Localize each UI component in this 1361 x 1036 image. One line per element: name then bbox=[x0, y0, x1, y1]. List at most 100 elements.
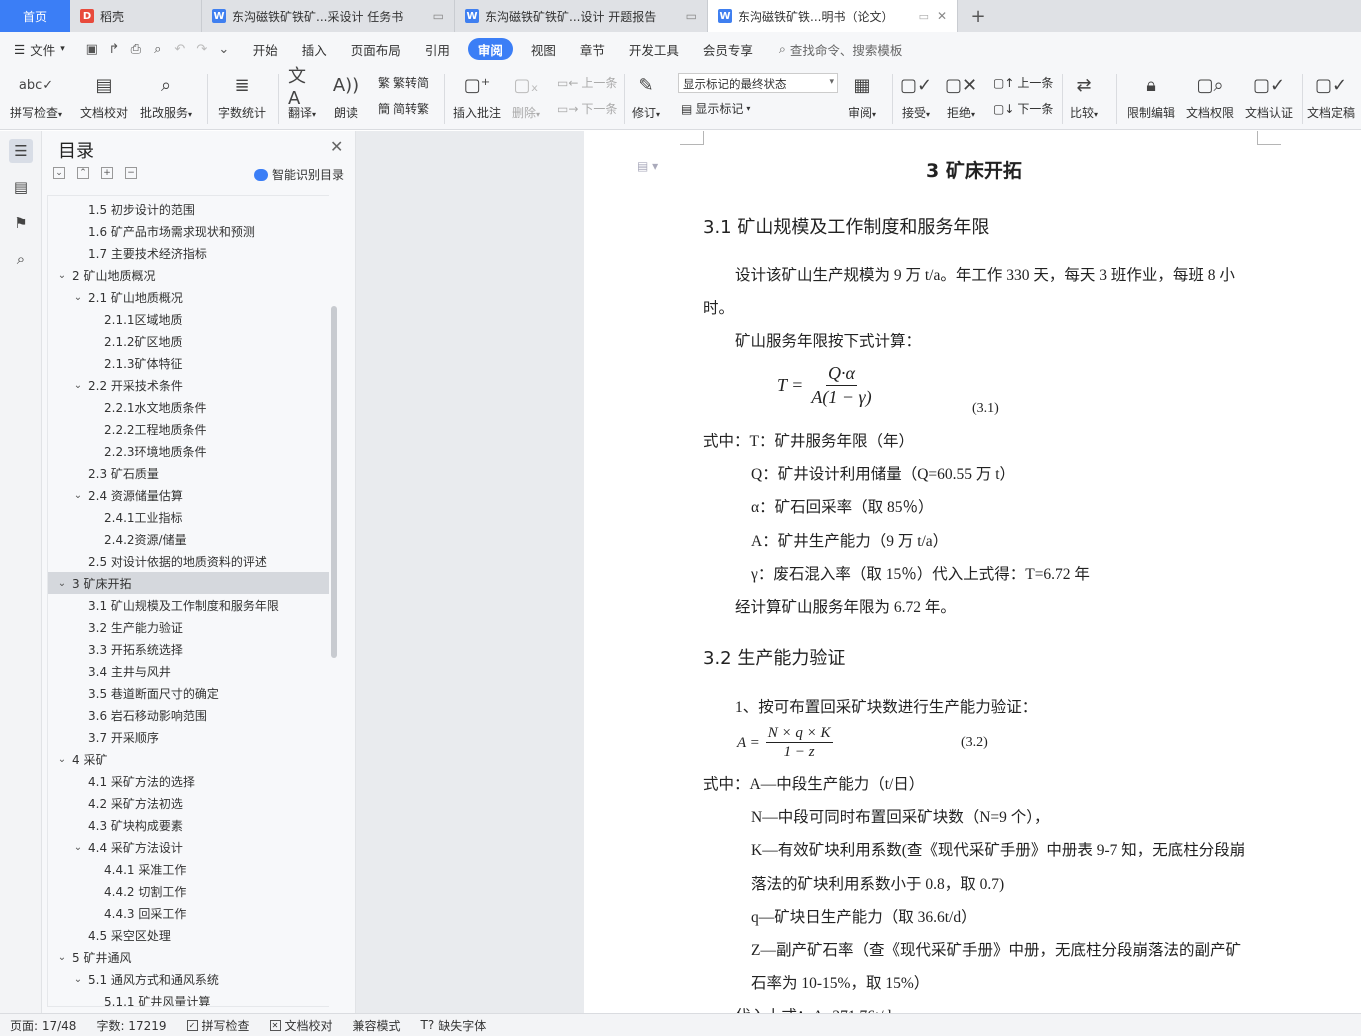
toc-item[interactable]: 4.2 采矿方法初选 bbox=[48, 792, 329, 814]
chevron-down-icon[interactable]: ⌄ bbox=[72, 974, 84, 985]
toc-item[interactable]: 3.6 岩石移动影响范围 bbox=[48, 704, 329, 726]
toc-item[interactable]: 2.2.3环境地质条件 bbox=[48, 440, 329, 462]
toc-item[interactable]: 2.3 矿石质量 bbox=[48, 462, 329, 484]
chevron-down-icon[interactable]: ⌄ bbox=[56, 754, 68, 765]
tab-start[interactable]: 开始 bbox=[241, 32, 290, 66]
toc-item[interactable]: ⌄ 2.1 矿山地质概况 bbox=[48, 286, 329, 308]
translate-button[interactable]: 文A 翻译▾ bbox=[288, 66, 316, 121]
chevron-down-icon[interactable]: ⌄ bbox=[56, 578, 68, 589]
word-count-button[interactable]: ≣ 字数统计 bbox=[218, 70, 266, 121]
chapter-nav-icon[interactable]: ▤ bbox=[9, 175, 33, 199]
toc-icon[interactable]: ☰ bbox=[9, 139, 33, 163]
read-aloud-button[interactable]: A)) 朗读 bbox=[332, 70, 360, 121]
remove-level-icon[interactable]: − bbox=[125, 167, 137, 179]
toc-item[interactable]: 3.5 巷道断面尺寸的确定 bbox=[48, 682, 329, 704]
chevron-down-icon[interactable]: ⌄ bbox=[72, 380, 84, 391]
tab-view[interactable]: 视图 bbox=[519, 32, 568, 66]
toc-item[interactable]: 3.7 开采顺序 bbox=[48, 726, 329, 748]
toc-item[interactable]: ⌄ 4.4 采矿方法设计 bbox=[48, 836, 329, 858]
toc-item[interactable]: ⌄ 5.1 通风方式和通风系统 bbox=[48, 968, 329, 990]
toc-item[interactable]: 2.5 对设计依据的地质资料的评述 bbox=[48, 550, 329, 572]
doc-permission-button[interactable]: ▢⌕ 文档权限 bbox=[1186, 70, 1234, 121]
file-menu[interactable]: ☰ 文件 ▾ bbox=[6, 36, 73, 62]
chevron-down-icon[interactable]: ⌄ bbox=[72, 490, 84, 501]
toc-item[interactable]: 3.4 主井与风井 bbox=[48, 660, 329, 682]
prev-comment-button[interactable]: ▭← 上一条 bbox=[557, 74, 617, 91]
doc-cert-button[interactable]: ▢✓ 文档认证 bbox=[1245, 70, 1293, 121]
chevron-down-icon[interactable]: ⌄ bbox=[72, 842, 84, 853]
toc-item[interactable]: 4.4.2 切割工作 bbox=[48, 880, 329, 902]
redo-icon[interactable]: ↷ bbox=[191, 38, 213, 60]
toc-item[interactable]: 4.5 采空区处理 bbox=[48, 924, 329, 946]
save-icon[interactable]: ▣ bbox=[81, 38, 103, 60]
toc-item[interactable]: 2.1.2矿区地质 bbox=[48, 330, 329, 352]
toc-item[interactable]: 5.1.1 矿井风量计算 bbox=[48, 990, 329, 1007]
toc-item[interactable]: 2.4.1工业指标 bbox=[48, 506, 329, 528]
command-search[interactable]: ⌕ 查找命令、搜索模板 bbox=[779, 40, 903, 59]
print-preview-icon[interactable]: ⌕ bbox=[147, 38, 169, 60]
tab-daoke[interactable]: D 稻壳 bbox=[70, 0, 202, 32]
tab-home[interactable]: 首页 bbox=[0, 0, 70, 32]
export-icon[interactable]: ↱ bbox=[103, 38, 125, 60]
toc-item[interactable]: ⌄ 2.4 资源储量估算 bbox=[48, 484, 329, 506]
simp-to-trad-button[interactable]: 簡简转繁 bbox=[378, 100, 429, 117]
tab-review[interactable]: 审阅 bbox=[467, 38, 513, 60]
page-indicator[interactable]: 页面: 17/48 bbox=[0, 1017, 86, 1034]
add-level-icon[interactable]: + bbox=[101, 167, 113, 179]
chevron-down-icon[interactable]: ⌄ bbox=[56, 270, 68, 281]
undo-icon[interactable]: ↶ bbox=[169, 38, 191, 60]
toc-item[interactable]: 4.1 采矿方法的选择 bbox=[48, 770, 329, 792]
doc-finalize-button[interactable]: ▢✓ 文档定稿 bbox=[1307, 70, 1355, 121]
toc-item[interactable]: ⌄ 2.2 开采技术条件 bbox=[48, 374, 329, 396]
toc-item[interactable]: 2.2.1水文地质条件 bbox=[48, 396, 329, 418]
document-icon[interactable]: ▤ ▾ bbox=[637, 159, 658, 173]
expand-up-icon[interactable]: ⌃ bbox=[77, 167, 89, 179]
tab-page-layout[interactable]: 页面布局 bbox=[339, 32, 413, 66]
new-tab-button[interactable]: + bbox=[958, 0, 998, 32]
toc-item[interactable]: 4.3 矿块构成要素 bbox=[48, 814, 329, 836]
toc-item[interactable]: ⌄ 4 采矿 bbox=[48, 748, 329, 770]
missing-font-button[interactable]: T? 缺失字体 bbox=[411, 1017, 497, 1034]
chevron-down-icon[interactable]: ⌄ bbox=[56, 952, 68, 963]
toc-item[interactable]: 3.1 矿山规模及工作制度和服务年限 bbox=[48, 594, 329, 616]
smart-toc-button[interactable]: 智能识别目录 bbox=[254, 166, 344, 183]
restrict-edit-button[interactable]: 🔒︎ 限制编辑 bbox=[1127, 70, 1175, 121]
spell-check-button[interactable]: abc✓ 拼写检查▾ bbox=[10, 70, 62, 121]
reject-button[interactable]: ▢✕ 拒绝▾ bbox=[945, 70, 977, 121]
toc-item[interactable]: 1.7 主要技术经济指标 bbox=[48, 242, 329, 264]
collapse-all-icon[interactable]: ⌄ bbox=[53, 167, 65, 179]
word-count-indicator[interactable]: 字数: 17219 bbox=[86, 1017, 176, 1034]
tab-document[interactable]: W 东沟磁铁矿铁矿...设计 开题报告 ▭ bbox=[455, 0, 708, 32]
toc-item[interactable]: 3.2 生产能力验证 bbox=[48, 616, 329, 638]
toc-item[interactable]: 2.4.2资源/储量 bbox=[48, 528, 329, 550]
close-icon[interactable]: ✕ bbox=[330, 137, 343, 156]
tab-references[interactable]: 引用 bbox=[413, 32, 462, 66]
toc-item[interactable]: 3.3 开拓系统选择 bbox=[48, 638, 329, 660]
batch-service-button[interactable]: ⌕ 批改服务▾ bbox=[140, 70, 192, 121]
toc-item[interactable]: ⌄ 3 矿床开拓 bbox=[48, 572, 329, 594]
toc-item[interactable]: 1.6 矿产品市场需求现状和预测 bbox=[48, 220, 329, 242]
toc-item[interactable]: 4.4.1 采准工作 bbox=[48, 858, 329, 880]
next-change-button[interactable]: ▢↓ 下一条 bbox=[993, 100, 1053, 117]
doc-proof-button[interactable]: ▤ 文档校对 bbox=[80, 70, 128, 121]
prev-change-button[interactable]: ▢↑ 上一条 bbox=[993, 74, 1053, 91]
trad-to-simp-button[interactable]: 繁繁转简 bbox=[378, 74, 429, 91]
toc-item[interactable]: 2.1.3矿体特征 bbox=[48, 352, 329, 374]
close-tab-icon[interactable]: ✕ bbox=[937, 9, 947, 23]
review-pane-button[interactable]: ▦ 审阅▾ bbox=[848, 70, 876, 121]
toc-item[interactable]: 4.4.3 回采工作 bbox=[48, 902, 329, 924]
compare-button[interactable]: ⇄ 比较▾ bbox=[1070, 70, 1098, 121]
insert-comment-button[interactable]: ▢⁺ 插入批注 bbox=[453, 70, 501, 121]
print-icon[interactable]: ⎙ bbox=[125, 38, 147, 60]
doc-proof-status[interactable]: ✕ 文档校对 bbox=[260, 1017, 343, 1034]
document-page[interactable]: ▤ ▾ 3 矿床开拓 3.1 矿山规模及工作制度和服务年限 设计该矿山生产规模为… bbox=[584, 131, 1361, 1013]
toc-item[interactable]: ⌄ 5 矿井通风 bbox=[48, 946, 329, 968]
tab-developer[interactable]: 开发工具 bbox=[617, 32, 691, 66]
tab-chapter[interactable]: 章节 bbox=[568, 32, 617, 66]
toc-scrollbar[interactable] bbox=[331, 306, 337, 658]
toc-item[interactable]: 2.1.1区域地质 bbox=[48, 308, 329, 330]
toc-item[interactable]: 2.2.2工程地质条件 bbox=[48, 418, 329, 440]
spell-check-status[interactable]: ✓ 拼写检查 bbox=[177, 1017, 260, 1034]
tab-document-active[interactable]: W 东沟磁铁矿铁...明书（论文） ▭ ✕ bbox=[708, 0, 958, 32]
revise-button[interactable]: ✎ 修订▾ bbox=[632, 70, 660, 121]
